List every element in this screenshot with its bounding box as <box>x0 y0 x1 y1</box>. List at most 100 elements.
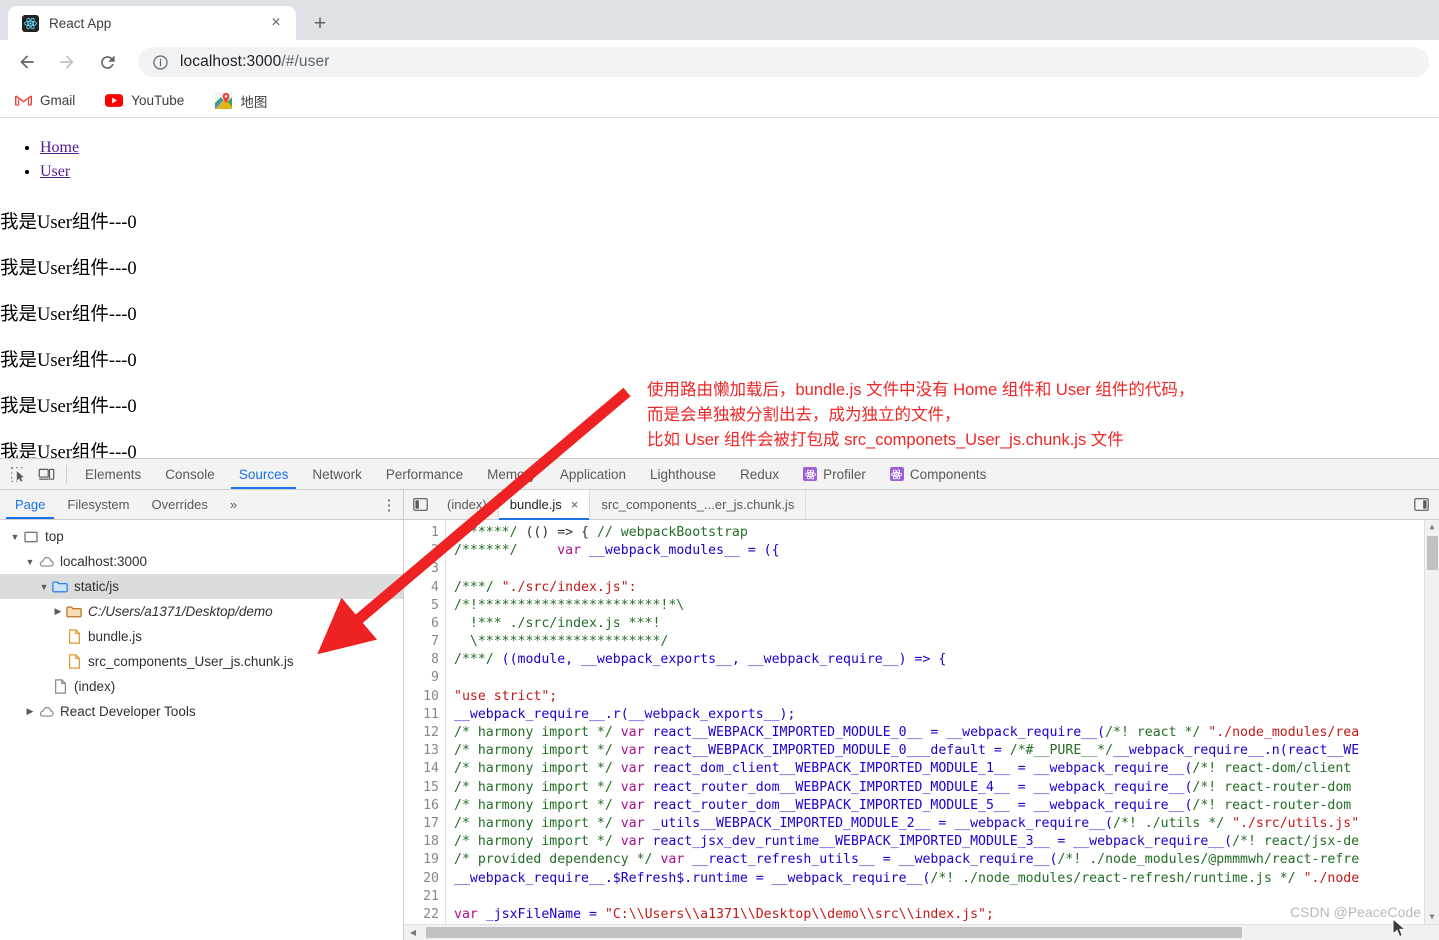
code-token: /* harmony import */ <box>454 815 621 831</box>
navigator-more-subtabs-icon[interactable]: » <box>219 490 248 519</box>
line-number: 21 <box>423 888 439 904</box>
navigator-menu-icon[interactable]: ⋮ <box>375 490 403 519</box>
tree-item-react-developer-tools[interactable]: ▶ React Developer Tools <box>0 699 403 724</box>
code-token: /***/ <box>454 579 502 595</box>
url-host: localhost:3000 <box>180 53 282 70</box>
devtools-tab-memory[interactable]: Memory <box>475 459 548 489</box>
react-devtools-icon <box>889 467 904 481</box>
reload-button[interactable] <box>90 45 124 79</box>
devtools-tab-application[interactable]: Application <box>548 459 638 489</box>
info-circle-icon[interactable] <box>152 54 169 71</box>
devtools-tab-sources[interactable]: Sources <box>227 459 301 489</box>
inspect-element-icon[interactable] <box>4 459 32 489</box>
nav-link-user[interactable]: User <box>40 163 70 180</box>
chevron-down-icon[interactable]: ▼ <box>23 557 37 567</box>
code-token: __webpack_require__.n(react__WE <box>1113 743 1360 759</box>
tree-item-top[interactable]: ▼ top <box>0 524 403 549</box>
source-code[interactable]: /******/ (() => { // webpackBootstrap/**… <box>446 520 1439 924</box>
code-token: var <box>454 906 478 922</box>
code-line: /* harmony import */ var _utils__WEBPACK… <box>454 815 1439 833</box>
chevron-down-icon[interactable]: ▼ <box>37 582 51 592</box>
chevron-right-icon[interactable]: ▶ <box>23 706 37 717</box>
line-number: 9 <box>431 670 439 686</box>
code-line: /* harmony import */ var react_router_do… <box>454 779 1439 797</box>
chevron-down-icon[interactable]: ▼ <box>8 532 22 542</box>
tree-item-index[interactable]: (index) <box>0 674 403 699</box>
editor-tab-index[interactable]: (index) <box>436 490 499 519</box>
navigator-subtab-page[interactable]: Page <box>4 490 56 519</box>
editor-horizontal-scrollbar[interactable]: ◀ <box>404 924 1439 940</box>
devtools-tab-redux[interactable]: Redux <box>728 459 791 489</box>
chevron-right-icon[interactable]: ▶ <box>51 606 65 617</box>
devtools-body: Page Filesystem Overrides » ⋮ ▼ top ▼ lo… <box>0 490 1439 940</box>
code-token: "./src/index.js": <box>501 579 637 595</box>
code-line: /* harmony import */ var react_jsx_dev_r… <box>454 833 1439 851</box>
scroll-left-arrow-icon[interactable]: ◀ <box>406 928 420 937</box>
navigator-subtab-filesystem[interactable]: Filesystem <box>56 490 140 519</box>
editor-tab-user-chunk[interactable]: src_components_...er_js.chunk.js <box>590 490 807 519</box>
scroll-up-arrow-icon[interactable]: ▲ <box>1430 520 1435 534</box>
browser-tab-react-app[interactable]: React App × <box>8 6 296 40</box>
bookmark-youtube[interactable]: YouTube <box>99 89 190 113</box>
file-js-icon <box>65 654 83 669</box>
close-icon[interactable]: × <box>571 497 579 512</box>
devtools-tab-elements[interactable]: Elements <box>73 459 153 489</box>
code-token: react_router_dom__WEBPACK_IMPORTED_MODUL… <box>644 779 1193 795</box>
nav-link-home[interactable]: Home <box>40 139 79 156</box>
bookmark-maps[interactable]: 地图 <box>208 88 273 114</box>
code-token: /*! react-dom/client <box>1192 761 1352 777</box>
code-token: /* harmony import */ <box>454 834 621 850</box>
devtools-tab-lighthouse[interactable]: Lighthouse <box>638 459 728 489</box>
code-token: /*! react-router-dom <box>1192 797 1352 813</box>
code-token: var <box>660 852 685 868</box>
devtools-tab-console[interactable]: Console <box>153 459 227 489</box>
code-token: var <box>620 779 645 795</box>
code-token: /*! ./utils */ <box>1113 815 1225 831</box>
devtools-tab-components[interactable]: Components <box>878 459 999 489</box>
devtools-tab-network[interactable]: Network <box>300 459 374 489</box>
new-tab-button[interactable]: + <box>306 9 334 37</box>
line-number: 5 <box>431 597 439 613</box>
code-token: !*** ./src/index.js ***! <box>454 615 661 631</box>
editor-tab-bundle-js[interactable]: bundle.js × <box>498 490 591 520</box>
devtools-tab-performance[interactable]: Performance <box>374 459 475 489</box>
code-editor[interactable]: 1 2 3 4 5 6 7 8 9 10 11 12 13 14 15 16 17 18 19 20 21 22 /***… <box>404 519 1439 924</box>
line-number: 12 <box>423 725 439 741</box>
scrollbar-thumb[interactable] <box>1426 535 1438 570</box>
folder-orange-icon <box>65 605 83 618</box>
forward-button[interactable] <box>50 45 84 79</box>
close-icon[interactable]: × <box>266 13 286 33</box>
line-number: 19 <box>423 852 439 868</box>
scroll-down-arrow-icon[interactable]: ▼ <box>1430 910 1435 924</box>
tree-item-demo-folder[interactable]: ▶ C:/Users/a1371/Desktop/demo <box>0 599 403 624</box>
show-debugger-icon[interactable] <box>1403 490 1439 519</box>
code-token: react_router_dom__WEBPACK_IMPORTED_MODUL… <box>644 797 1193 813</box>
code-token: /******/ <box>454 543 526 559</box>
code-line: /***/ ((module, __webpack_exports__, __w… <box>454 651 1439 669</box>
url-text: localhost:3000/#/user <box>180 53 329 71</box>
tree-item-label: React Developer Tools <box>60 704 196 719</box>
scrollbar-thumb[interactable] <box>426 927 1242 938</box>
code-token: ((module, __webpack_exports__, __webpack… <box>501 652 947 668</box>
bookmark-gmail[interactable]: Gmail <box>8 89 81 113</box>
code-line: /******/ (() => { // webpackBootstrap <box>454 524 1439 542</box>
tree-item-label: bundle.js <box>88 629 143 644</box>
show-navigator-icon[interactable] <box>404 490 436 519</box>
bookmarks-bar: Gmail YouTube 地图 <box>0 84 1439 118</box>
tree-item-bundle-js[interactable]: bundle.js <box>0 624 403 649</box>
tree-item-localhost[interactable]: ▼ localhost:3000 <box>0 549 403 574</box>
navigator-subtab-overrides[interactable]: Overrides <box>141 490 219 519</box>
code-token: var <box>620 743 645 759</box>
device-toolbar-icon[interactable] <box>32 459 60 489</box>
devtools-tab-profiler[interactable]: Profiler <box>791 459 878 489</box>
address-bar[interactable]: localhost:3000/#/user <box>138 47 1429 77</box>
line-number: 7 <box>431 634 439 650</box>
bookmark-label: YouTube <box>131 93 185 108</box>
tree-item-static-js[interactable]: ▼ static/js <box>0 574 403 599</box>
editor-vertical-scrollbar[interactable]: ▲ ▼ <box>1424 519 1439 924</box>
tree-item-user-chunk-js[interactable]: src_components_User_js.chunk.js <box>0 649 403 674</box>
code-token: /*! ./node_modules/react-refresh/runtime… <box>930 870 1296 886</box>
back-button[interactable] <box>10 45 44 79</box>
